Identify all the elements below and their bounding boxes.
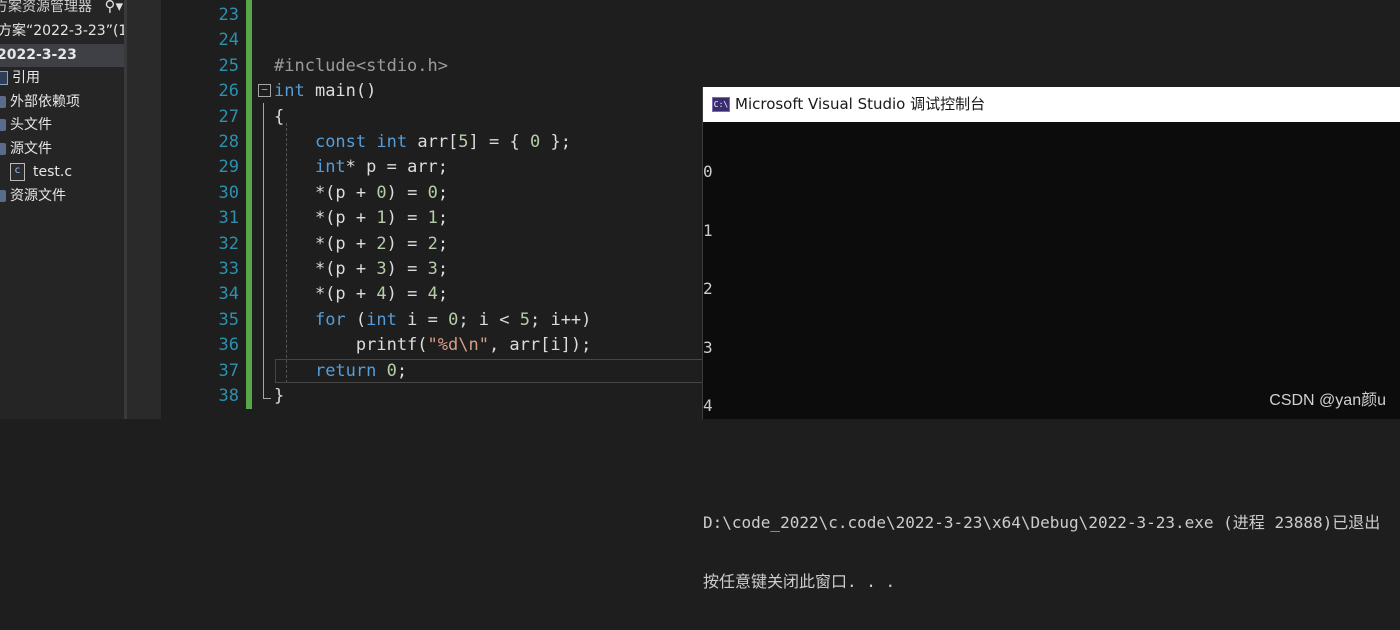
line-number: 24 bbox=[218, 30, 239, 50]
console-output[interactable]: 0 1 2 3 4 D:\code_2022\c.code\2022-3-23\… bbox=[703, 123, 1400, 630]
line-number: 36 bbox=[218, 335, 239, 355]
tree-item-resource-files[interactable]: 资源文件 bbox=[0, 185, 127, 209]
console-title-bar[interactable]: C:\ Microsoft Visual Studio 调试控制台 bbox=[703, 87, 1400, 122]
code-line-25[interactable]: #include<stdio.h> bbox=[274, 54, 448, 79]
console-line: 0 bbox=[703, 162, 713, 181]
external-deps-icon bbox=[0, 95, 6, 108]
outline-guide-end bbox=[263, 398, 271, 399]
solution-node[interactable]: 方案“2022-3-23”(1 bbox=[0, 20, 127, 44]
collapse-toggle-icon[interactable]: − bbox=[258, 84, 271, 97]
tree-item-label: 源文件 bbox=[10, 140, 52, 157]
references-icon bbox=[0, 71, 8, 85]
line-number: 37 bbox=[218, 361, 239, 381]
line-number: 38 bbox=[218, 386, 239, 406]
code-line-35[interactable]: for (int i = 0; i < 5; i++) bbox=[274, 308, 591, 333]
editor-margin bbox=[127, 0, 161, 419]
tree-item-references[interactable]: 引用 bbox=[0, 67, 127, 91]
line-number: 27 bbox=[218, 107, 239, 127]
code-line-28[interactable]: const int arr[5] = { 0 }; bbox=[274, 130, 571, 155]
tree-item-label: 外部依赖项 bbox=[10, 93, 80, 110]
console-app-icon: C:\ bbox=[712, 97, 730, 112]
code-line-26[interactable]: int main() bbox=[274, 79, 376, 104]
line-number: 35 bbox=[218, 310, 239, 330]
change-tracking-bar bbox=[246, 0, 252, 409]
console-line: 2 bbox=[703, 279, 713, 298]
tree-item-external-deps[interactable]: 外部依赖项 bbox=[0, 91, 127, 115]
tree-item-label: 资源文件 bbox=[10, 187, 66, 204]
code-line-32[interactable]: *(p + 2) = 2; bbox=[274, 232, 448, 257]
folder-icon bbox=[0, 142, 6, 155]
tree-item-test-c[interactable]: c test.c bbox=[0, 161, 127, 185]
tree-item-label: test.c bbox=[33, 164, 73, 180]
tree-item-label: 头文件 bbox=[10, 117, 52, 133]
project-node[interactable]: 2022-3-23 bbox=[0, 43, 127, 67]
project-label: 2022-3-23 bbox=[0, 46, 77, 63]
line-number: 32 bbox=[218, 234, 239, 254]
code-line-29[interactable]: int* p = arr; bbox=[274, 155, 448, 180]
c-file-icon: c bbox=[10, 163, 25, 181]
line-number: 29 bbox=[218, 157, 239, 177]
solution-explorer: 方案资源管理器 ⚲▾ 方案“2022-3-23”(1 2022-3-23 引用 … bbox=[0, 0, 127, 419]
explorer-header: 方案资源管理器 ⚲▾ bbox=[0, 0, 127, 20]
tree-item-label: 引用 bbox=[12, 70, 40, 86]
line-number: 23 bbox=[218, 5, 239, 25]
code-line-34[interactable]: *(p + 4) = 4; bbox=[274, 282, 448, 307]
console-line: 1 bbox=[703, 220, 713, 240]
watermark: CSDN @yan颜u bbox=[1269, 392, 1386, 409]
line-number: 26 bbox=[218, 81, 239, 101]
code-line-33[interactable]: *(p + 3) = 3; bbox=[274, 257, 448, 282]
debug-console-window[interactable]: C:\ Microsoft Visual Studio 调试控制台 0 1 2 … bbox=[702, 87, 1400, 591]
code-line-36[interactable]: printf("%d\n", arr[i]); bbox=[274, 333, 591, 358]
console-line: 按任意键关闭此窗口. . . bbox=[703, 571, 896, 591]
line-number: 28 bbox=[218, 132, 239, 152]
code-line-27[interactable]: { bbox=[274, 105, 284, 130]
code-line-38[interactable]: } bbox=[274, 384, 284, 409]
code-line-31[interactable]: *(p + 1) = 1; bbox=[274, 206, 448, 231]
line-number: 34 bbox=[218, 284, 239, 304]
console-title: Microsoft Visual Studio 调试控制台 bbox=[735, 95, 986, 113]
folder-icon bbox=[0, 189, 6, 202]
console-line: D:\code_2022\c.code\2022-3-23\x64\Debug\… bbox=[703, 513, 1381, 532]
outline-guide bbox=[263, 103, 264, 398]
tree-item-header-files[interactable]: 头文件 bbox=[0, 114, 127, 138]
tree-item-source-files[interactable]: 源文件 bbox=[0, 138, 127, 162]
code-editor[interactable]: 23 24 25 26 27 28 29 30 31 32 33 34 35 3… bbox=[127, 0, 707, 419]
line-number: 25 bbox=[218, 56, 239, 76]
explorer-title: 方案资源管理器 bbox=[0, 0, 92, 15]
line-number: 31 bbox=[218, 208, 239, 228]
explorer-search-icon[interactable]: ⚲▾ bbox=[104, 0, 123, 15]
console-line: 3 bbox=[703, 337, 713, 357]
code-line-37[interactable]: return 0; bbox=[274, 359, 407, 384]
folder-icon bbox=[0, 119, 6, 131]
code-line-30[interactable]: *(p + 0) = 0; bbox=[274, 181, 448, 206]
solution-label: 方案“2022-3-23”(1 bbox=[0, 23, 127, 39]
line-number: 33 bbox=[218, 259, 239, 279]
line-number: 30 bbox=[218, 183, 239, 203]
